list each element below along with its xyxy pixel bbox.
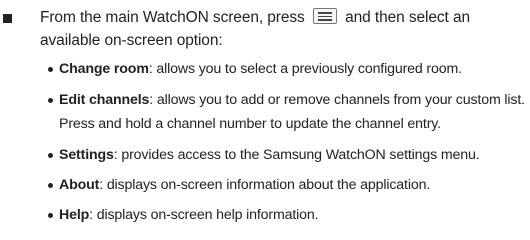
- help-page: From the main WatchON screen, press and …: [0, 0, 530, 240]
- option-text: Help: displays on-screen help informatio…: [59, 203, 527, 227]
- option-description: : provides access to the Samsung WatchON…: [113, 147, 480, 163]
- intro-paragraph: From the main WatchON screen, press and …: [40, 6, 526, 52]
- option-text: Change room: allows you to select a prev…: [59, 57, 527, 81]
- option-text: Edit channels: allows you to add or remo…: [59, 88, 527, 136]
- option-term: Settings: [59, 147, 114, 163]
- menu-icon: [312, 8, 337, 24]
- bullet-dot-icon: [48, 153, 53, 158]
- square-bullet-icon: [3, 14, 12, 23]
- bullet-dot-icon: [48, 183, 53, 188]
- option-description: : displays on-screen information about t…: [99, 177, 431, 193]
- intro-before-icon: From the main WatchON screen, press: [40, 9, 305, 26]
- bullet-dot-icon: [48, 98, 53, 103]
- option-description: : allows you to select a previously conf…: [148, 61, 462, 77]
- option-text: Settings: provides access to the Samsung…: [59, 143, 527, 167]
- option-description: : displays on-screen help information.: [89, 207, 319, 223]
- option-term: Edit channels: [59, 92, 150, 108]
- option-term: Help: [59, 207, 90, 223]
- bullet-dot-icon: [48, 213, 53, 218]
- option-text: About: displays on-screen information ab…: [59, 173, 527, 197]
- bullet-dot-icon: [48, 67, 53, 72]
- option-term: About: [59, 177, 100, 193]
- option-term: Change room: [59, 61, 149, 77]
